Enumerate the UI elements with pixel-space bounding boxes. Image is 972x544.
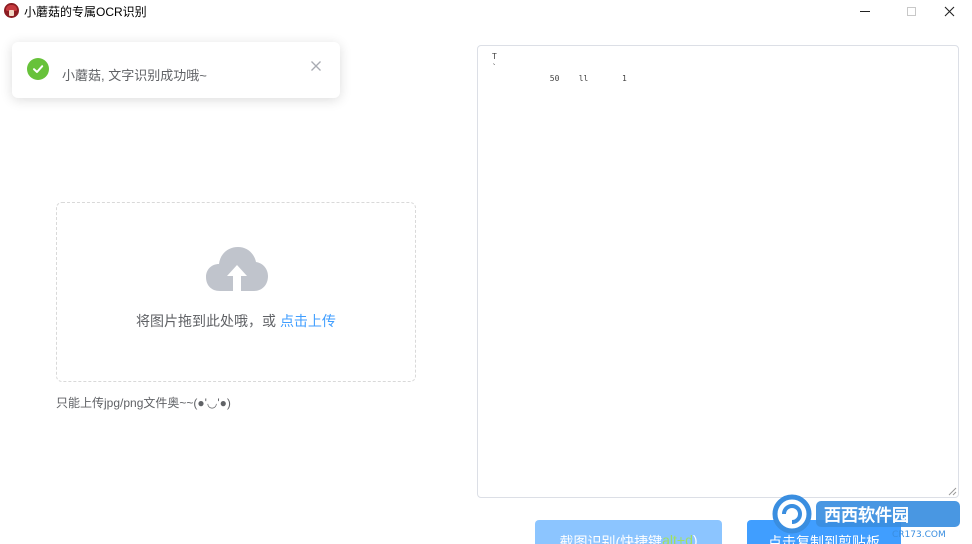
title-bar: 小蘑菇的专属OCR识别 — [0, 0, 972, 22]
success-notification: 小蘑菇, 文字识别成功哦~ — [12, 42, 340, 98]
capture-label-end: ) — [692, 532, 698, 544]
notification-message: 小蘑菇, 文字识别成功哦~ — [62, 68, 207, 83]
watermark-domain: CR173.COM — [892, 530, 946, 539]
capture-label: 截图识别(快捷键 — [559, 534, 663, 544]
close-button[interactable] — [934, 0, 964, 22]
maximize-button[interactable] — [896, 0, 926, 22]
close-icon — [944, 6, 954, 16]
click-upload-link[interactable]: 点击上传 — [280, 313, 336, 329]
upload-prompt-text: 将图片拖到此处哦，或 — [136, 313, 280, 329]
window-title: 小蘑菇的专属OCR识别 — [24, 5, 147, 19]
screenshot-ocr-button[interactable]: 截图识别(快捷键 alt+d ) — [535, 520, 722, 544]
watermark-brand: 西西软件园 — [824, 505, 909, 526]
capture-shortcut: alt+d — [662, 532, 693, 544]
cloud-upload-icon — [206, 247, 268, 291]
upload-tip: 只能上传jpg/png文件奥~~(●'◡'●) — [56, 396, 231, 410]
app-window: 小蘑菇的专属OCR识别 小蘑菇, 文字识别成功哦~ 将图片拖到此处哦，或 点击上… — [0, 0, 972, 544]
notification-close-icon[interactable] — [309, 60, 323, 74]
upload-dropzone[interactable]: 将图片拖到此处哦，或 点击上传 — [56, 202, 416, 382]
upload-prompt: 将图片拖到此处哦，或 点击上传 — [57, 311, 415, 331]
maximize-icon — [906, 6, 916, 16]
ocr-result-textarea[interactable]: T ` 50 ll 1 — [477, 45, 959, 498]
watermark-logo: 西西软件园 CR173.COM — [772, 494, 960, 539]
check-circle-icon — [27, 58, 49, 80]
minimize-icon — [860, 10, 870, 12]
minimize-button[interactable] — [850, 0, 880, 22]
mushroom-app-icon — [4, 3, 19, 18]
